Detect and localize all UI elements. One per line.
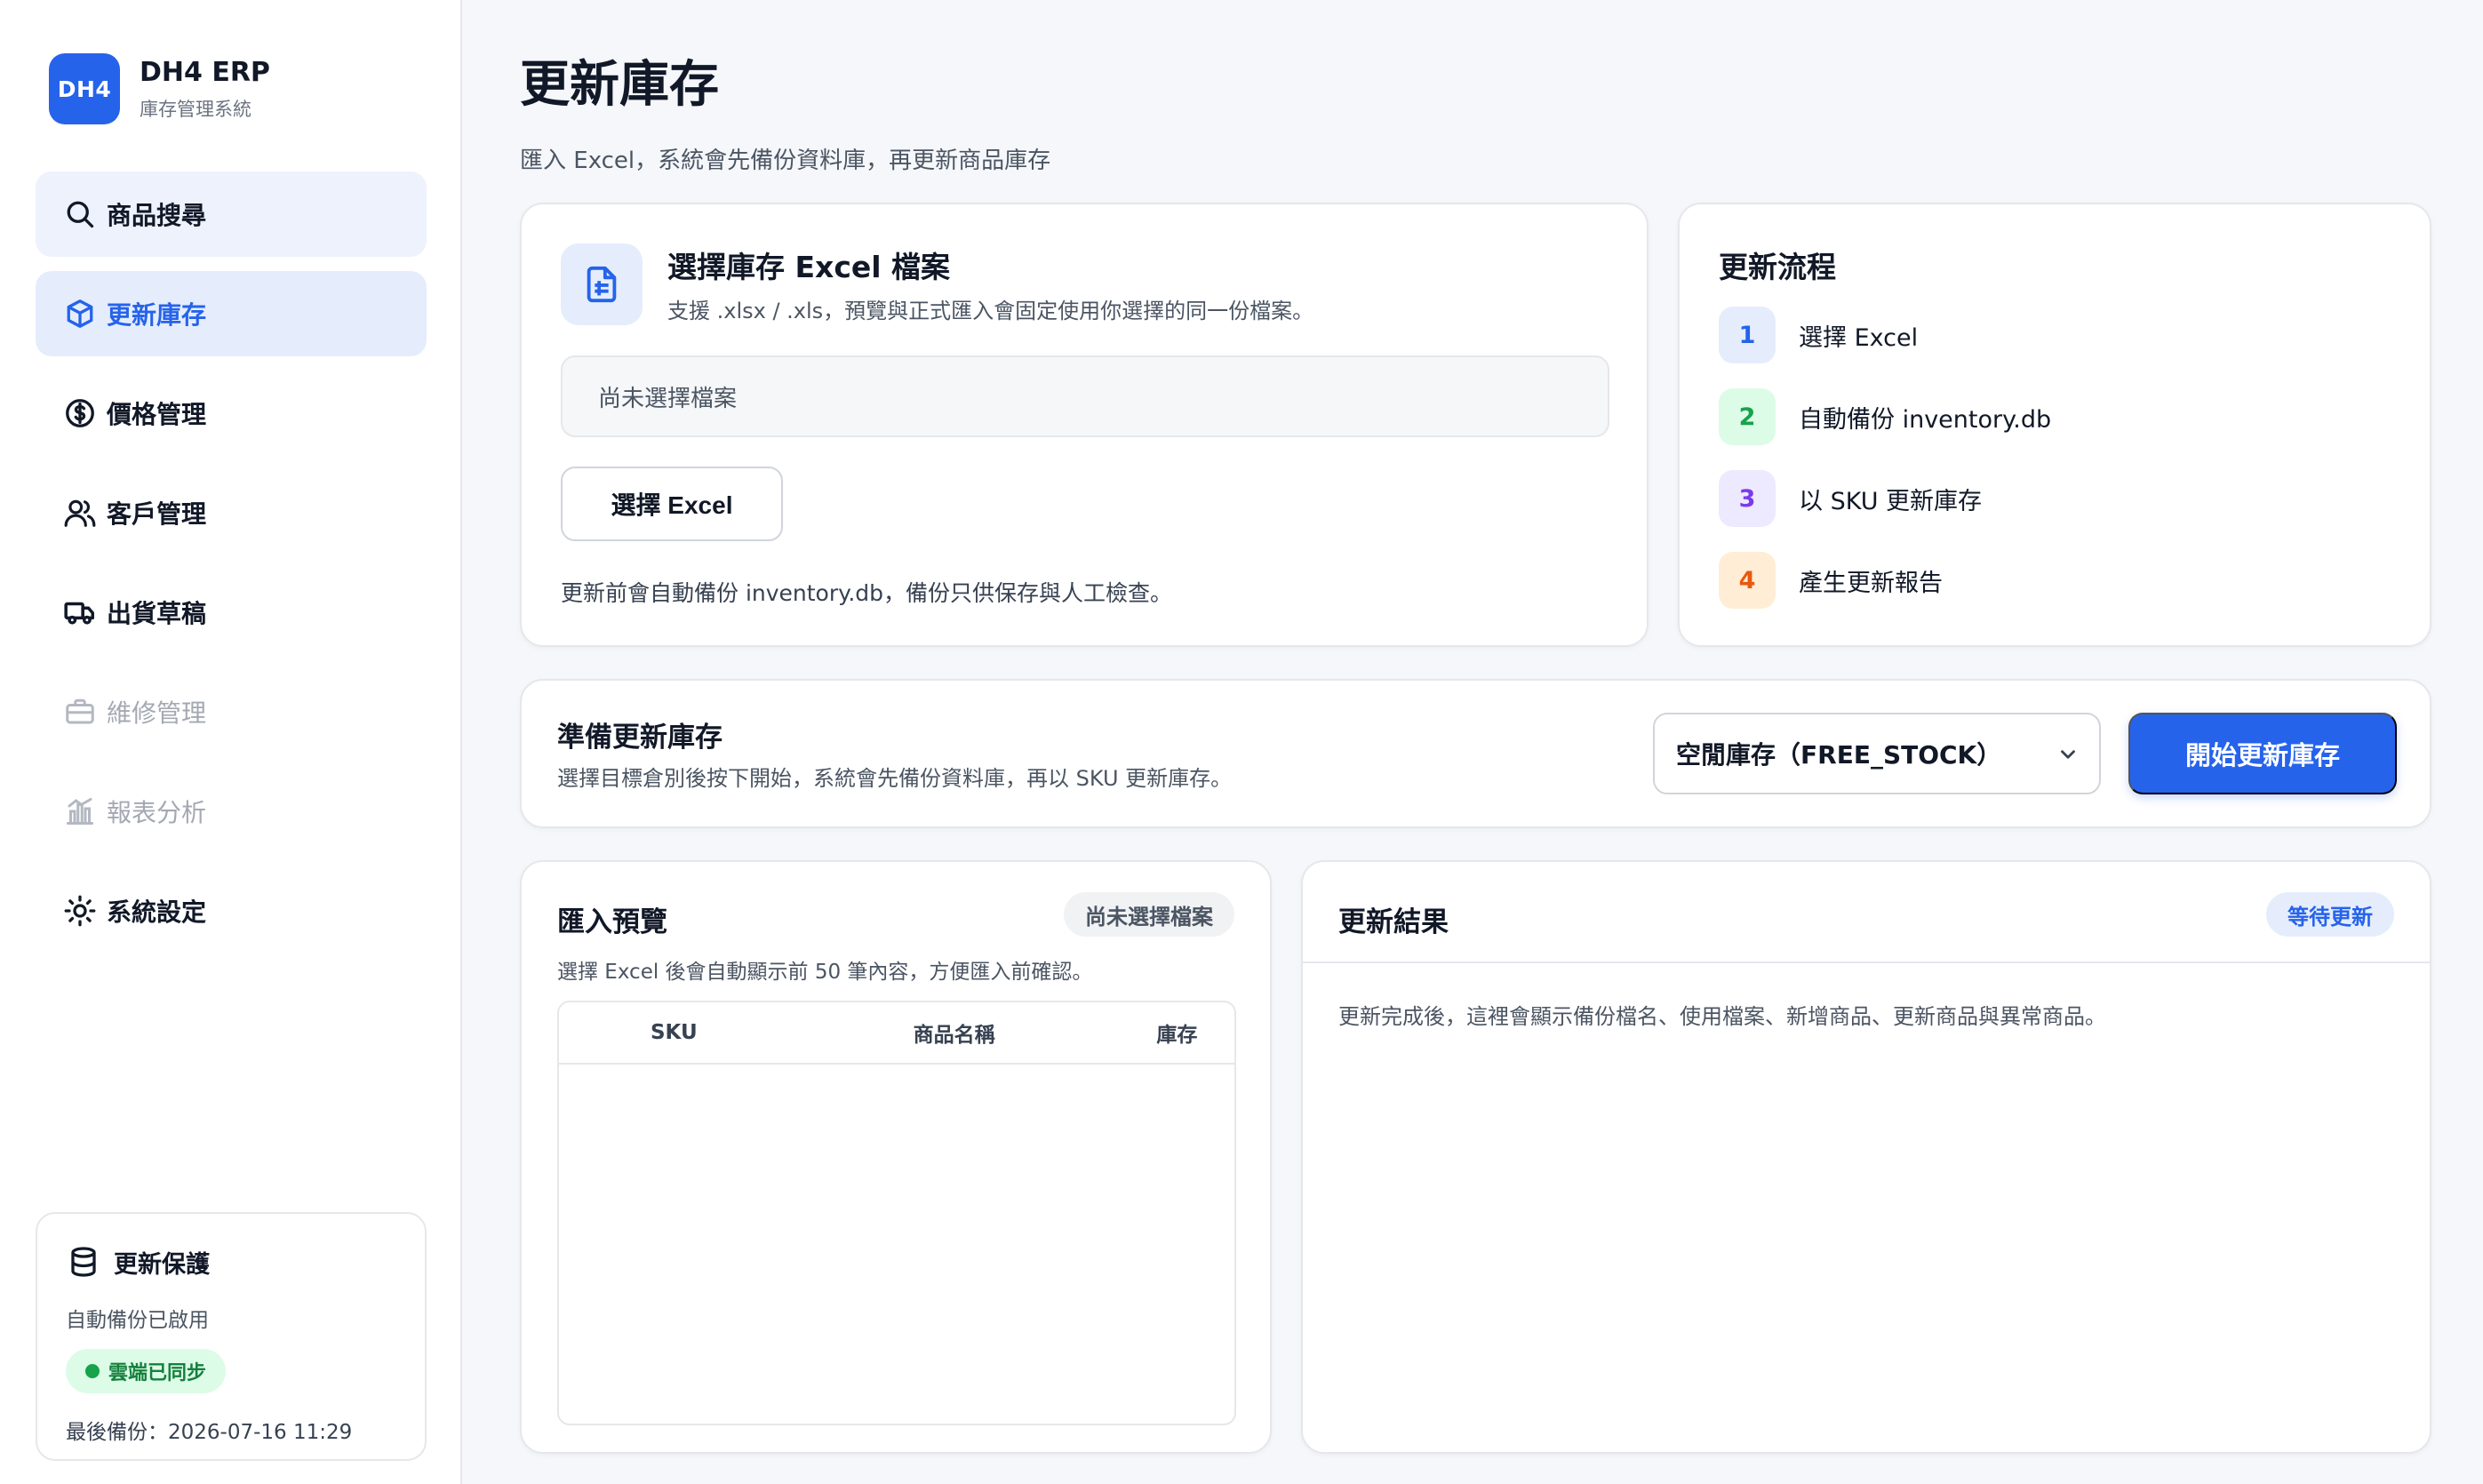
divider xyxy=(1303,961,2430,963)
protection-title: 更新保護 xyxy=(114,1250,210,1279)
flow-title: 更新流程 xyxy=(1719,250,1836,284)
preview-table: SKU 商品名稱 庫存 xyxy=(557,1001,1236,1425)
users-icon xyxy=(62,495,98,531)
sidebar-item-label: 出貨草稿 xyxy=(107,599,207,628)
column-header-sku: SKU xyxy=(650,1021,698,1044)
warehouse-selected-value: 空閒庫存（FREE_STOCK） xyxy=(1676,740,2002,770)
preview-description: 選擇 Excel 後會自動顯示前 50 筆內容，方便匯入前確認。 xyxy=(557,961,1093,984)
page-subtitle: 匯入 Excel，系統會先備份資料庫，再更新商品庫存 xyxy=(520,148,1051,174)
preview-status-badge: 尚未選擇檔案 xyxy=(1064,892,1234,937)
sidebar-item-label: 維修管理 xyxy=(107,698,207,728)
prepare-update-card: 準備更新庫存 選擇目標倉別後按下開始，系統會先備份資料庫，再以 SKU 更新庫存… xyxy=(520,679,2431,828)
column-header-product-name: 商品名稱 xyxy=(913,1024,995,1047)
file-path-field[interactable]: 尚未選擇檔案 xyxy=(561,355,1609,437)
prepare-title: 準備更新庫存 xyxy=(557,722,723,754)
update-result-card: 更新結果 等待更新 更新完成後，這裡會顯示備份檔名、使用檔案、新增商品、更新商品… xyxy=(1301,860,2431,1454)
sidebar-item-label: 更新庫存 xyxy=(107,300,207,330)
preview-title: 匯入預覽 xyxy=(557,906,667,938)
sidebar-nav: 商品搜尋 更新庫存 價格管理 客戶管理 出貨草稿 維修管理 報表分析 系統設定 xyxy=(36,172,427,968)
import-preview-card: 匯入預覽 尚未選擇檔案 選擇 Excel 後會自動顯示前 50 筆內容，方便匯入… xyxy=(520,860,1272,1454)
choose-excel-button[interactable]: 選擇 Excel xyxy=(561,467,783,541)
sidebar-item-label: 客戶管理 xyxy=(107,499,207,529)
sun-gear-icon xyxy=(62,893,98,929)
result-title: 更新結果 xyxy=(1338,906,1449,938)
spreadsheet-file-icon xyxy=(561,243,643,325)
flow-step: 4 產生更新報告 xyxy=(1719,552,1943,609)
brand-subtitle: 庫存管理系統 xyxy=(140,98,251,120)
cloud-sync-badge: 雲端已同步 xyxy=(66,1349,227,1393)
sidebar-item-price-management[interactable]: 價格管理 xyxy=(36,371,427,456)
step-number: 3 xyxy=(1719,470,1776,527)
brand: DH4 DH4 ERP 庫存管理系統 xyxy=(49,53,270,124)
step-label: 產生更新報告 xyxy=(1799,569,1943,597)
sidebar-item-shipping-drafts[interactable]: 出貨草稿 xyxy=(36,570,427,655)
truck-icon xyxy=(62,594,98,630)
sidebar-item-system-settings[interactable]: 系統設定 xyxy=(36,868,427,953)
step-number: 1 xyxy=(1719,307,1776,363)
database-icon xyxy=(66,1244,101,1280)
sidebar-item-label: 報表分析 xyxy=(107,798,207,827)
file-select-title: 選擇庫存 Excel 檔案 xyxy=(667,250,951,284)
status-dot-icon xyxy=(85,1364,100,1378)
sidebar-item-repair-management: 維修管理 xyxy=(36,669,427,754)
sidebar-item-reports: 報表分析 xyxy=(36,769,427,854)
table-header: SKU 商品名稱 庫存 xyxy=(559,1002,1234,1065)
update-protection-card: 更新保護 自動備份已啟用 雲端已同步 最後備份：2026-07-16 11:29 xyxy=(36,1212,427,1461)
warehouse-select[interactable]: 空閒庫存（FREE_STOCK） xyxy=(1653,713,2101,794)
sidebar-item-update-stock[interactable]: 更新庫存 xyxy=(36,271,427,356)
prepare-description: 選擇目標倉別後按下開始，系統會先備份資料庫，再以 SKU 更新庫存。 xyxy=(557,766,1233,791)
sidebar: DH4 DH4 ERP 庫存管理系統 商品搜尋 更新庫存 價格管理 客戶管理 出… xyxy=(0,0,462,1484)
chart-icon xyxy=(62,794,98,829)
step-label: 以 SKU 更新庫存 xyxy=(1799,487,1983,515)
sidebar-item-label: 商品搜尋 xyxy=(107,201,207,230)
last-backup: 最後備份：2026-07-16 11:29 xyxy=(66,1421,353,1444)
sidebar-item-product-search[interactable]: 商品搜尋 xyxy=(36,172,427,257)
dollar-circle-icon xyxy=(62,395,98,431)
step-number: 2 xyxy=(1719,388,1776,445)
sidebar-item-customer-management[interactable]: 客戶管理 xyxy=(36,470,427,555)
briefcase-icon xyxy=(62,694,98,730)
sidebar-item-label: 價格管理 xyxy=(107,400,207,429)
backup-note: 更新前會自動備份 inventory.db，備份只供保存與人工檢查。 xyxy=(561,580,1173,606)
search-icon xyxy=(62,196,98,232)
step-number: 4 xyxy=(1719,552,1776,609)
brand-name: DH4 ERP xyxy=(140,56,270,88)
result-status-badge: 等待更新 xyxy=(2266,892,2394,937)
result-description: 更新完成後，這裡會顯示備份檔名、使用檔案、新增商品、更新商品與異常商品。 xyxy=(1338,1004,2106,1029)
sidebar-item-label: 系統設定 xyxy=(107,898,207,927)
page-title: 更新庫存 xyxy=(520,56,719,114)
column-header-stock: 庫存 xyxy=(1156,1024,1198,1047)
protection-status: 自動備份已啟用 xyxy=(66,1309,209,1332)
flow-step: 1 選擇 Excel xyxy=(1719,307,1918,363)
box-icon xyxy=(62,296,98,331)
flow-step: 2 自動備份 inventory.db xyxy=(1719,388,2051,445)
update-flow-card: 更新流程 1 選擇 Excel 2 自動備份 inventory.db 3 以 … xyxy=(1678,203,2431,647)
file-select-description: 支援 .xlsx / .xls，預覽與正式匯入會固定使用你選擇的同一份檔案。 xyxy=(667,299,1314,323)
brand-logo: DH4 xyxy=(49,53,120,124)
file-select-card: 選擇庫存 Excel 檔案 支援 .xlsx / .xls，預覽與正式匯入會固定… xyxy=(520,203,1649,647)
chevron-down-icon xyxy=(2056,743,2080,772)
flow-step: 3 以 SKU 更新庫存 xyxy=(1719,470,1982,527)
step-label: 自動備份 inventory.db xyxy=(1799,405,2052,434)
start-update-button[interactable]: 開始更新庫存 xyxy=(2128,713,2397,794)
step-label: 選擇 Excel xyxy=(1799,323,1919,352)
